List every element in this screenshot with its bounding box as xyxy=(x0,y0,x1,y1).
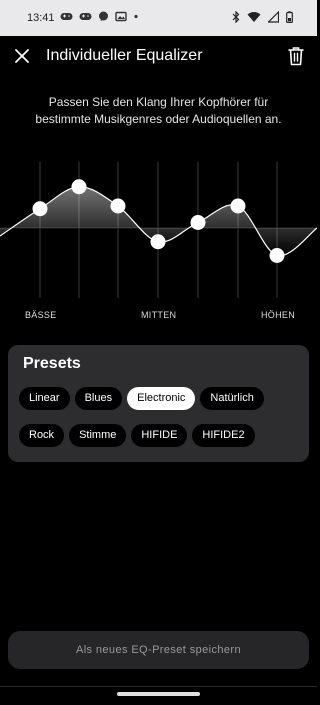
wifi-icon xyxy=(247,12,261,22)
status-bar: 13:41 xyxy=(0,0,317,36)
messenger-icon xyxy=(99,11,108,21)
equalizer-labels: BÄSSE MITTEN HÖHEN xyxy=(0,310,317,324)
presets-card: Presets Linear Blues Electronic Natürlich R… xyxy=(8,345,309,462)
preset-chip[interactable]: Blues xyxy=(74,387,123,410)
status-time: 13:41 xyxy=(27,12,55,24)
preset-chip[interactable]: Electronic xyxy=(127,387,196,410)
eq-band-handle[interactable] xyxy=(32,201,48,217)
preset-row: Linear Blues Electronic Natürlich xyxy=(19,387,264,410)
save-preset-button[interactable]: Als neues EQ-Preset speichern xyxy=(8,631,309,669)
eq-band-handle[interactable] xyxy=(71,179,87,195)
gesture-bar[interactable] xyxy=(117,692,200,696)
divider xyxy=(0,686,317,687)
close-icon[interactable] xyxy=(12,46,32,66)
description-text: Passen Sie den Klang Ihrer Kopfhörer für… xyxy=(35,95,282,126)
gamepad-icon xyxy=(60,13,73,20)
preset-row: Rock Stimme HIFIDE HIFIDE2 xyxy=(19,424,255,447)
eq-band-handle[interactable] xyxy=(230,198,246,214)
photo-gallery-icon xyxy=(115,11,127,22)
eq-band-handle[interactable] xyxy=(190,215,206,230)
notification-dot-icon xyxy=(134,14,138,19)
presets-title: Presets xyxy=(23,355,81,372)
signal-icon xyxy=(268,11,279,23)
label-bass: BÄSSE xyxy=(25,310,57,320)
eq-band-handle[interactable] xyxy=(269,248,285,263)
bluetooth-icon xyxy=(232,11,240,23)
label-treble: HÖHEN xyxy=(261,310,296,320)
preset-chip[interactable]: Linear xyxy=(19,387,70,410)
page-title: Individueller Equalizer xyxy=(46,47,203,64)
equalizer-graph[interactable] xyxy=(0,150,317,310)
trash-icon[interactable] xyxy=(287,46,305,66)
notification-icons xyxy=(60,11,139,22)
preset-chip[interactable]: HIFIDE2 xyxy=(192,424,255,447)
eq-band-handle[interactable] xyxy=(150,234,166,250)
eq-band-handle[interactable] xyxy=(110,198,126,214)
system-icons xyxy=(232,11,293,23)
preset-chip[interactable]: Stimme xyxy=(69,424,127,447)
gamepad-icon xyxy=(79,13,92,20)
app-bar: Individueller Equalizer xyxy=(0,36,317,80)
label-mid: MITTEN xyxy=(141,310,177,320)
preset-chip[interactable]: HIFIDE xyxy=(131,424,188,447)
preset-chip[interactable]: Natürlich xyxy=(200,387,264,410)
battery-icon xyxy=(286,11,293,23)
preset-chip[interactable]: Rock xyxy=(19,424,65,447)
